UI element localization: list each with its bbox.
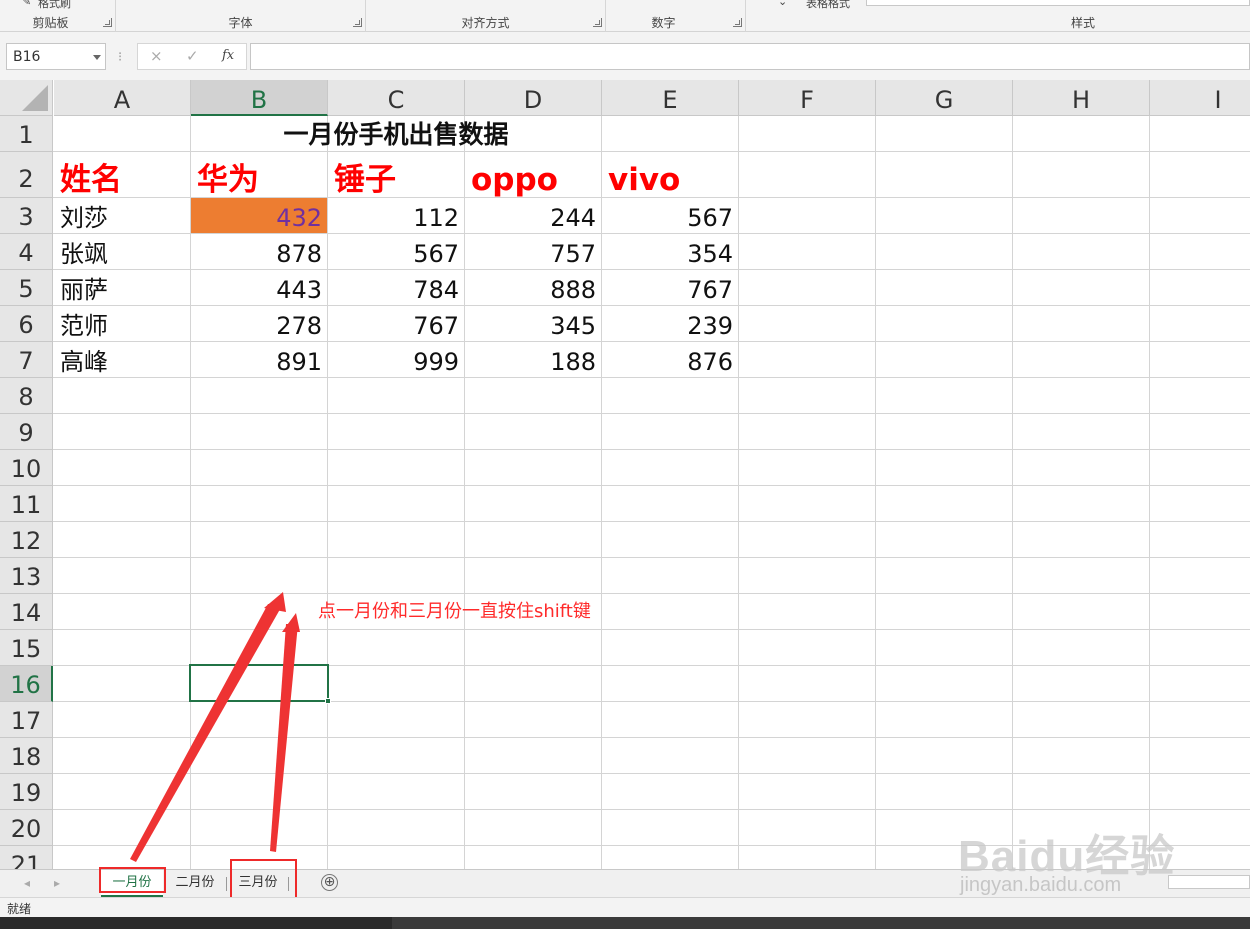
highlight-box-jan [99,867,166,893]
arrow-head-2-icon [282,613,300,632]
number-group: 数字 [606,0,746,32]
spreadsheet-grid[interactable]: ABCDEFGHI 1 2 3 4 5 6 7 8 9 10 11 12 13 14 15 16 17 18 19 2… [0,80,1250,869]
font-launcher-icon[interactable] [353,18,362,27]
clipboard-launcher-icon[interactable] [103,18,112,27]
number-group-label: 数字 [651,16,676,30]
alignment-launcher-icon[interactable] [593,18,602,27]
add-sheet-icon[interactable]: ⊕ [321,874,338,891]
formula-bar-grip-icon[interactable]: ⁝ [118,50,122,65]
tab-sheet-feb[interactable]: 二月份 [165,870,225,897]
status-text: 就绪 [7,902,32,916]
clipboard-group-label: 剪贴板 [32,16,69,30]
clipboard-group: 剪贴板 [0,0,116,32]
number-launcher-icon[interactable] [733,18,742,27]
arrow-to-sheet1-icon [130,604,283,862]
styles-group-label: 样式 [1070,16,1095,30]
arrow-to-sheet3-icon [270,624,298,852]
formula-input[interactable] [250,43,1250,70]
status-bar: 就绪 [0,897,1250,917]
watermark-url: jingyan.baidu.com [960,874,1122,896]
formula-buttons: × ✓ fx [137,43,247,70]
insert-function-icon[interactable]: fx [222,48,234,63]
scroll-tabs-right-icon[interactable]: ▸ [54,876,60,890]
alignment-group-label: 对齐方式 [461,16,510,30]
name-box-dropdown-icon[interactable] [93,55,101,60]
tab-separator [226,877,227,891]
formula-bar: B16 ⁝ × ✓ fx [0,32,1250,80]
font-group: 字体 [116,0,366,32]
instruction-annotation: 点一月份和三月份一直按住shift键 [318,601,591,622]
taskbar [0,917,1250,929]
highlight-box-mar [230,859,297,902]
font-group-label: 字体 [228,16,253,30]
annotation-arrows [130,592,300,862]
name-box[interactable]: B16 [6,43,106,70]
alignment-group: 对齐方式 [366,0,606,32]
enter-icon[interactable]: ✓ [186,47,199,65]
scroll-tabs-left-icon[interactable]: ◂ [24,876,30,890]
ribbon: ✎ 格式刷 ⌄ 表格格式 剪贴板 字体 对齐方式 数字 样式 [0,0,1250,32]
name-box-value: B16 [13,49,41,65]
watermark: Baidu经验 jingyan.baidu.com [958,820,1190,900]
cancel-icon[interactable]: × [150,47,163,65]
styles-group: 样式 [746,0,1250,32]
